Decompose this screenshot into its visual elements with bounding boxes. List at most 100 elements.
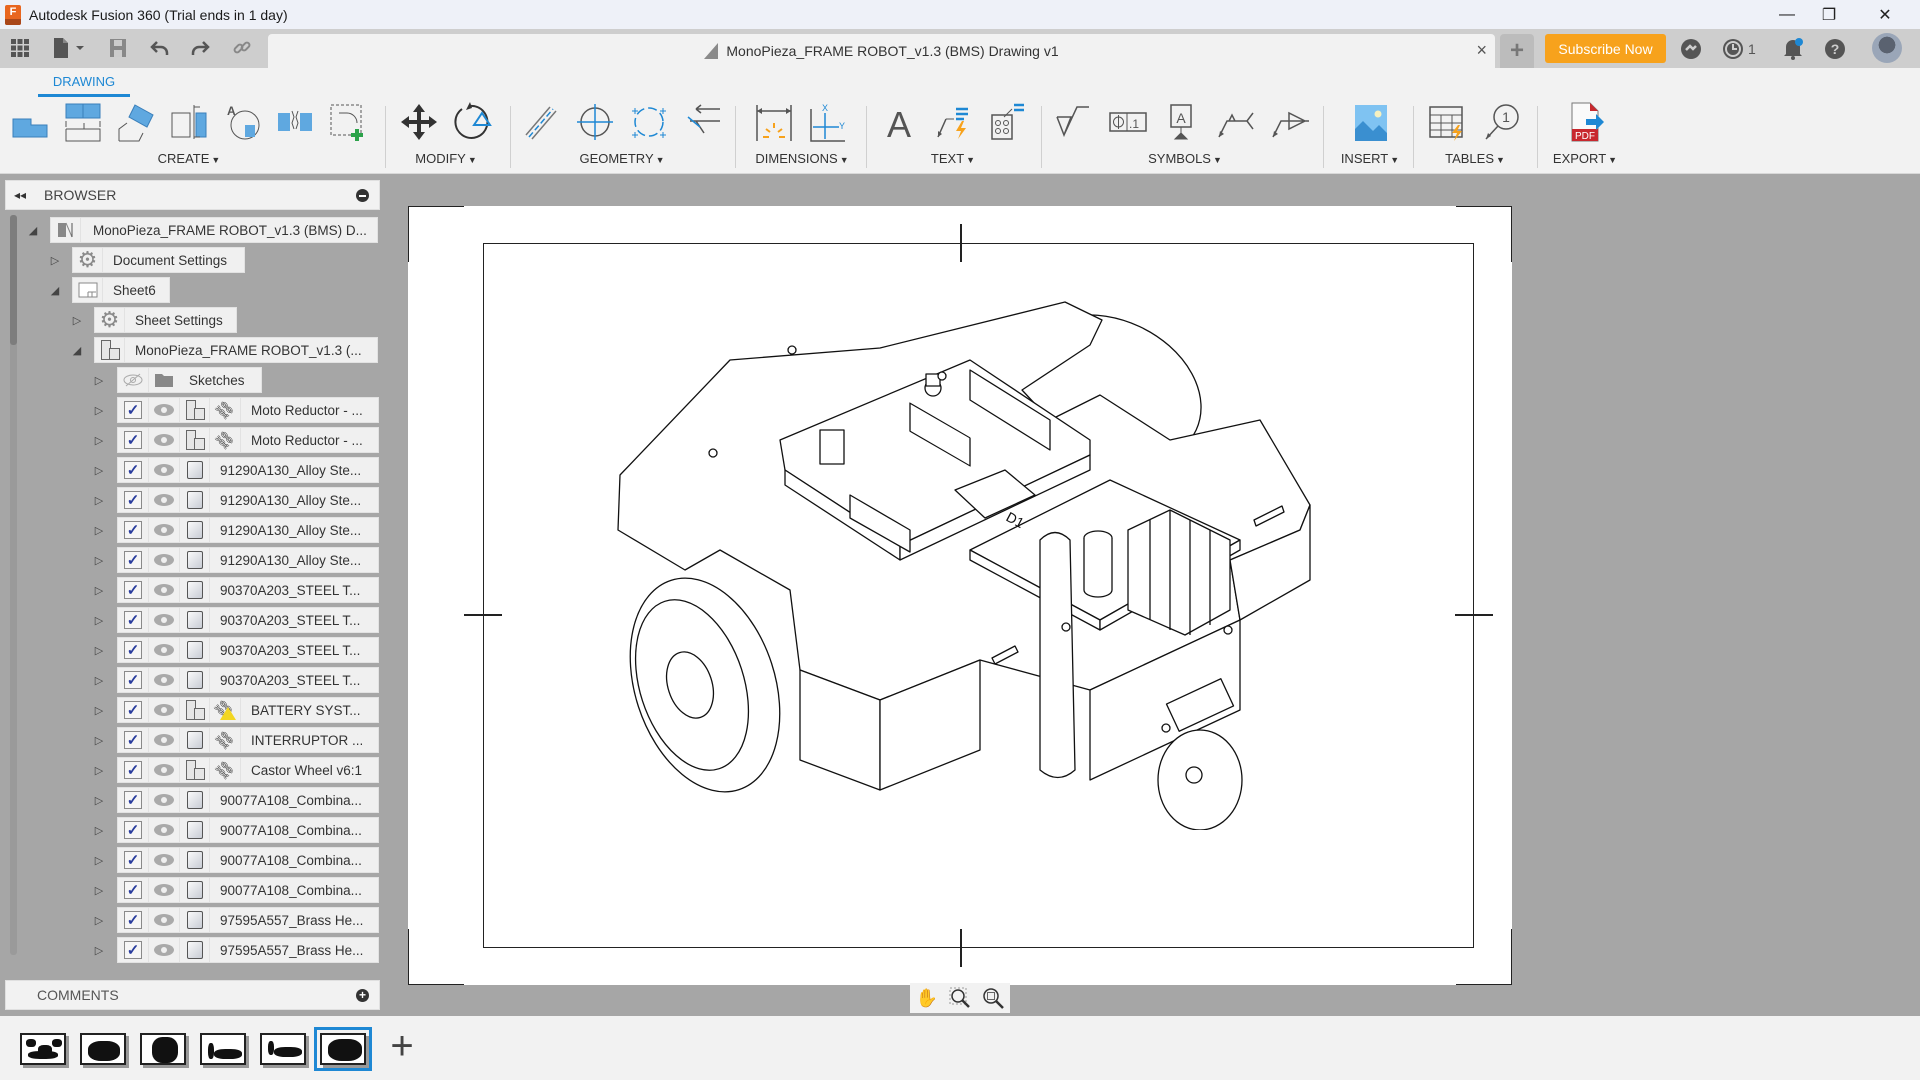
detail-view-tool[interactable] [163, 99, 216, 145]
center-mark-pattern-tool[interactable] [622, 99, 676, 145]
welding-symbol-tool[interactable] [1209, 99, 1263, 145]
add-comment-icon[interactable]: + [356, 989, 369, 1002]
browser-list-item[interactable]: ✓ 91290A130_Alloy Ste... [117, 457, 379, 483]
visibility-checkbox[interactable]: ✓ [124, 911, 142, 929]
browser-list-item[interactable]: ✓ 91290A130_Alloy Ste... [117, 547, 379, 573]
browser-list-item[interactable]: ✓ 97595A557_Brass He... [117, 907, 379, 933]
expand-arrow-icon[interactable]: ▷ [92, 403, 106, 417]
undo-icon[interactable] [148, 37, 172, 59]
hole-note-tool[interactable] [980, 99, 1034, 145]
geometry-menu[interactable]: GEOMETRY ▼ [514, 151, 730, 166]
visibility-checkbox[interactable]: ✓ [124, 521, 142, 539]
expand-arrow-icon[interactable]: ▷ [92, 553, 106, 567]
expand-arrow-icon[interactable]: ▷ [92, 373, 106, 387]
browser-list-item[interactable]: ✓ 90077A108_Combina... [117, 877, 379, 903]
visibility-checkbox[interactable]: ✓ [124, 881, 142, 899]
browser-list-item[interactable]: ✓ 97595A557_Brass He... [117, 937, 379, 963]
table-tool[interactable] [1420, 99, 1474, 145]
base-view-tool[interactable] [4, 99, 57, 145]
tree-root-node[interactable]: MonoPieza_FRAME ROBOT_v1.3 (BMS) D... [50, 217, 378, 243]
expand-arrow-icon[interactable]: ▷ [92, 493, 106, 507]
browser-list-item[interactable]: ✓ 90077A108_Combina... [117, 847, 379, 873]
document-tab[interactable]: MonoPieza_FRAME ROBOT_v1.3 (BMS) Drawing… [268, 34, 1495, 68]
dimension-tool[interactable] [747, 99, 801, 145]
browser-list-item[interactable]: ✓ ⛓ Moto Reductor - ... [117, 397, 379, 423]
collapse-arrow-icon[interactable]: ◢ [48, 283, 62, 297]
view-node[interactable]: MonoPieza_FRAME ROBOT_v1.3 (... [94, 337, 378, 363]
sheet-thumbnail[interactable] [314, 1027, 372, 1071]
eye-icon[interactable] [154, 944, 174, 956]
browser-list-item[interactable]: ✓ ⛓ Moto Reductor - ... [117, 427, 379, 453]
visibility-checkbox[interactable]: ✓ [124, 731, 142, 749]
eye-icon[interactable] [154, 854, 174, 866]
visibility-checkbox[interactable]: ✓ [124, 491, 142, 509]
modify-menu[interactable]: MODIFY ▼ [392, 151, 500, 166]
eye-icon[interactable] [154, 704, 174, 716]
extensions-icon[interactable] [1680, 37, 1702, 61]
file-menu-icon[interactable] [50, 37, 88, 59]
job-status-button[interactable]: 1 [1722, 37, 1756, 61]
symbols-menu[interactable]: SYMBOLS ▼ [1047, 151, 1323, 166]
eye-icon[interactable] [154, 764, 174, 776]
eye-icon[interactable] [154, 554, 174, 566]
sheet-thumbnail[interactable] [140, 1033, 186, 1065]
expand-arrow-icon[interactable]: ▷ [92, 883, 106, 897]
visibility-checkbox[interactable]: ✓ [124, 701, 142, 719]
eye-icon[interactable] [154, 794, 174, 806]
dimensions-menu[interactable]: DIMENSIONS ▼ [747, 151, 857, 166]
browser-panel-header[interactable]: ◂◂ BROWSER [5, 180, 380, 210]
expand-arrow-icon[interactable]: ▷ [92, 793, 106, 807]
text-menu[interactable]: TEXT ▼ [872, 151, 1034, 166]
expand-arrow-icon[interactable]: ▷ [48, 253, 62, 267]
move-tool[interactable] [392, 99, 446, 145]
pan-icon[interactable]: ✋ [915, 986, 939, 1010]
browser-scrollbar-thumb[interactable] [10, 215, 17, 345]
projected-view-tool[interactable] [57, 99, 110, 145]
visibility-checkbox[interactable]: ✓ [124, 941, 142, 959]
browser-list-item[interactable]: ✓ 91290A130_Alloy Ste... [117, 517, 379, 543]
hidden-eye-icon[interactable] [118, 368, 149, 392]
insert-image-tool[interactable] [1343, 99, 1397, 145]
visibility-checkbox[interactable]: ✓ [124, 581, 142, 599]
break-view-tool[interactable] [268, 99, 321, 145]
visibility-checkbox[interactable]: ✓ [124, 431, 142, 449]
expand-arrow-icon[interactable]: ▷ [92, 673, 106, 687]
feature-control-frame-tool[interactable]: .1 [1101, 99, 1155, 145]
eye-icon[interactable] [154, 824, 174, 836]
visibility-checkbox[interactable]: ✓ [124, 821, 142, 839]
visibility-checkbox[interactable]: ✓ [124, 461, 142, 479]
help-icon[interactable]: ? [1824, 37, 1846, 61]
balloon-tool[interactable]: 1 [1474, 99, 1528, 145]
eye-icon[interactable] [154, 524, 174, 536]
create-menu[interactable]: CREATE ▼ [4, 151, 374, 166]
add-sheet-button[interactable]: + [385, 1026, 419, 1066]
edge-extension-tool[interactable] [676, 99, 730, 145]
browser-list-item[interactable]: ✓ ⛓ INTERRUPTOR ... [117, 727, 379, 753]
app-grid-icon[interactable] [8, 37, 32, 59]
auxiliary-view-tool[interactable]: A [215, 99, 268, 145]
browser-list-item[interactable]: ✓ 90370A203_STEEL T... [117, 667, 379, 693]
close-tab-button[interactable]: × [1476, 40, 1487, 61]
notifications-icon[interactable] [1782, 37, 1804, 61]
visibility-checkbox[interactable]: ✓ [124, 851, 142, 869]
sheet-thumbnail[interactable] [80, 1033, 126, 1065]
expand-arrow-icon[interactable]: ▷ [92, 463, 106, 477]
eye-icon[interactable] [154, 584, 174, 596]
eye-icon[interactable] [154, 494, 174, 506]
expand-arrow-icon[interactable]: ▷ [92, 703, 106, 717]
sketches-node[interactable]: Sketches [117, 367, 262, 393]
eye-icon[interactable] [154, 404, 174, 416]
insert-menu[interactable]: INSERT ▼ [1330, 151, 1410, 166]
browser-list-item[interactable]: ✓ 91290A130_Alloy Ste... [117, 487, 379, 513]
expand-arrow-icon[interactable]: ▷ [92, 613, 106, 627]
eye-icon[interactable] [154, 734, 174, 746]
expand-arrow-icon[interactable]: ▷ [92, 523, 106, 537]
browser-list-item[interactable]: ✓ 90370A203_STEEL T... [117, 637, 379, 663]
expand-arrow-icon[interactable]: ▷ [92, 433, 106, 447]
save-icon[interactable] [106, 37, 130, 59]
browser-list-item[interactable]: ✓ ⛓ BATTERY SYST... [117, 697, 379, 723]
close-window-button[interactable]: ✕ [1858, 0, 1912, 29]
sheet-node[interactable]: Sheet6 [72, 277, 170, 303]
visibility-checkbox[interactable]: ✓ [124, 761, 142, 779]
visibility-checkbox[interactable]: ✓ [124, 641, 142, 659]
